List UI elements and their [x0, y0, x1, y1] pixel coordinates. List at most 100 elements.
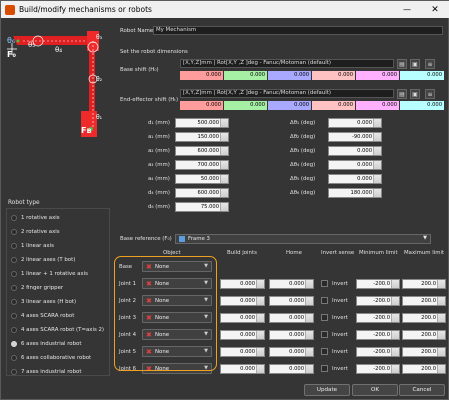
- robot-type-option[interactable]: 2 linear axes (T bot): [11, 256, 109, 266]
- delta-theta-spinbox[interactable]: 0.000: [328, 146, 382, 156]
- build-joint-spinbox[interactable]: 0.000: [220, 347, 265, 357]
- invert-checkbox[interactable]: [321, 365, 328, 372]
- radio-icon[interactable]: [11, 327, 17, 333]
- base-shift-rx[interactable]: 0.000: [312, 71, 355, 80]
- dim-value-spinbox[interactable]: 600.000: [175, 146, 229, 156]
- delta-theta-spinbox[interactable]: 0.000: [328, 174, 382, 184]
- ee-shift-ry[interactable]: 0.000: [356, 101, 399, 110]
- home-spinbox[interactable]: 0.000: [269, 296, 314, 306]
- robot-type-option[interactable]: 1 rotative axis: [11, 214, 109, 224]
- base-shift-z[interactable]: 0.000: [268, 71, 311, 80]
- radio-icon[interactable]: [11, 243, 17, 249]
- menu-icon[interactable]: ≡: [425, 89, 435, 99]
- delta-theta-spinbox[interactable]: 180.000: [328, 188, 382, 198]
- build-joint-spinbox[interactable]: 0.000: [220, 296, 265, 306]
- dim-value-spinbox[interactable]: 75.000: [175, 202, 229, 212]
- invert-checkbox[interactable]: [321, 280, 328, 287]
- robot-type-option[interactable]: 4 axes SCARA robot (T=axis 2): [11, 326, 109, 336]
- home-spinbox[interactable]: 0.000: [269, 279, 314, 289]
- copy-icon[interactable]: ▣: [410, 89, 420, 99]
- max-limit-spinbox[interactable]: 200.0: [402, 330, 446, 340]
- base-shift-rz[interactable]: 0.000: [400, 71, 444, 80]
- min-limit-spinbox[interactable]: -200.0: [356, 296, 400, 306]
- header-max-limit: Maximum limit: [404, 250, 445, 256]
- radio-icon[interactable]: [11, 355, 17, 361]
- invert-checkbox[interactable]: [321, 314, 328, 321]
- invert-checkbox[interactable]: [321, 331, 328, 338]
- menu-icon[interactable]: ≡: [425, 59, 435, 69]
- build-joint-spinbox[interactable]: 0.000: [220, 364, 265, 374]
- paste-icon[interactable]: ▤: [397, 89, 407, 99]
- robot-type-option[interactable]: 2 rotative axis: [11, 228, 109, 238]
- ee-shift-rz[interactable]: 0.000: [400, 101, 444, 110]
- ee-shift-z[interactable]: 0.000: [268, 101, 311, 110]
- base-ref-select[interactable]: Frame 3 ▼: [175, 234, 431, 244]
- min-limit-spinbox[interactable]: -200.0: [356, 347, 400, 357]
- invert-checkbox[interactable]: [321, 348, 328, 355]
- robot-type-option[interactable]: 6 axes collaborative robot: [11, 354, 109, 364]
- base-shift-x[interactable]: 0.000: [180, 71, 223, 80]
- paste-icon[interactable]: ▤: [397, 59, 407, 69]
- robot-type-option[interactable]: 4 axes SCARA robot: [11, 312, 109, 322]
- robot-type-option[interactable]: 1 linear axis: [11, 242, 109, 252]
- robot-type-option[interactable]: 6 axes industrial robot: [11, 340, 109, 350]
- home-spinbox[interactable]: 0.000: [269, 330, 314, 340]
- ee-shift-format[interactable]: [X,Y,Z]mm | Rot[X,Y ,Z ]deg - Fanuc/Moto…: [180, 89, 394, 98]
- min-limit-spinbox[interactable]: -200.0: [356, 313, 400, 323]
- dim-value-spinbox[interactable]: 600.000: [175, 188, 229, 198]
- theta6-label: θ₆: [7, 36, 15, 45]
- dim-value-spinbox[interactable]: 150.000: [175, 132, 229, 142]
- radio-icon[interactable]: [11, 341, 17, 347]
- close-button[interactable]: ✕: [422, 1, 448, 18]
- max-limit-spinbox[interactable]: 200.0: [402, 296, 446, 306]
- max-limit-spinbox[interactable]: 200.0: [402, 313, 446, 323]
- home-spinbox[interactable]: 0.000: [269, 313, 314, 323]
- delta-theta-label: Δθ₅ (deg): [290, 176, 316, 182]
- build-joint-spinbox[interactable]: 0.000: [220, 330, 265, 340]
- radio-icon[interactable]: [11, 215, 17, 221]
- home-spinbox[interactable]: 0.000: [269, 347, 314, 357]
- build-joint-spinbox[interactable]: 0.000: [220, 279, 265, 289]
- min-limit-spinbox[interactable]: -200.0: [356, 279, 400, 289]
- base-shift-format[interactable]: [X,Y,Z]mm | Rot[X,Y ,Z ]deg - Fanuc/Moto…: [180, 59, 394, 68]
- robot-type-option-label: 4 axes SCARA robot (T=axis 2): [21, 327, 105, 333]
- radio-icon[interactable]: [11, 369, 17, 375]
- build-joint-spinbox[interactable]: 0.000: [220, 313, 265, 323]
- delta-theta-spinbox[interactable]: -90.000: [328, 132, 382, 142]
- robot-type-option[interactable]: 3 linear axes (H bot): [11, 298, 109, 308]
- radio-icon[interactable]: [11, 299, 17, 305]
- dim-value-spinbox[interactable]: 500.000: [175, 118, 229, 128]
- ee-shift-y[interactable]: 0.000: [224, 101, 267, 110]
- minimize-button[interactable]: —: [394, 1, 420, 18]
- base-shift-ry[interactable]: 0.000: [356, 71, 399, 80]
- delta-theta-spinbox[interactable]: 0.000: [328, 160, 382, 170]
- max-limit-spinbox[interactable]: 200.0: [402, 279, 446, 289]
- invert-checkbox[interactable]: [321, 297, 328, 304]
- cancel-button[interactable]: Cancel: [399, 384, 445, 396]
- copy-icon[interactable]: ▣: [410, 59, 420, 69]
- min-limit-spinbox[interactable]: -200.0: [356, 330, 400, 340]
- radio-icon[interactable]: [11, 313, 17, 319]
- update-button[interactable]: Update: [304, 384, 350, 396]
- robot-name-input[interactable]: My Mechanism: [153, 26, 443, 35]
- min-limit-spinbox[interactable]: -200.0: [356, 364, 400, 374]
- robot-type-option[interactable]: 1 linear + 1 rotative axis: [11, 270, 109, 280]
- delta-theta-spinbox[interactable]: 0.000: [328, 118, 382, 128]
- header-invert-sense: Invert sense: [321, 250, 355, 256]
- ok-button[interactable]: OK: [352, 384, 398, 396]
- robot-type-option[interactable]: 2 finger gripper: [11, 284, 109, 294]
- radio-icon[interactable]: [11, 271, 17, 277]
- ee-shift-x[interactable]: 0.000: [180, 101, 223, 110]
- robot-type-option[interactable]: 7 axes industrial robot: [11, 368, 109, 378]
- max-limit-spinbox[interactable]: 200.0: [402, 347, 446, 357]
- dim-value-spinbox[interactable]: 50.000: [175, 174, 229, 184]
- robot-type-option-label: 4 axes SCARA robot: [21, 313, 75, 319]
- dim-value-spinbox[interactable]: 700.000: [175, 160, 229, 170]
- home-spinbox[interactable]: 0.000: [269, 364, 314, 374]
- ee-shift-rx[interactable]: 0.000: [312, 101, 355, 110]
- base-shift-y[interactable]: 0.000: [224, 71, 267, 80]
- max-limit-spinbox[interactable]: 200.0: [402, 364, 446, 374]
- radio-icon[interactable]: [11, 257, 17, 263]
- radio-icon[interactable]: [11, 285, 17, 291]
- radio-icon[interactable]: [11, 229, 17, 235]
